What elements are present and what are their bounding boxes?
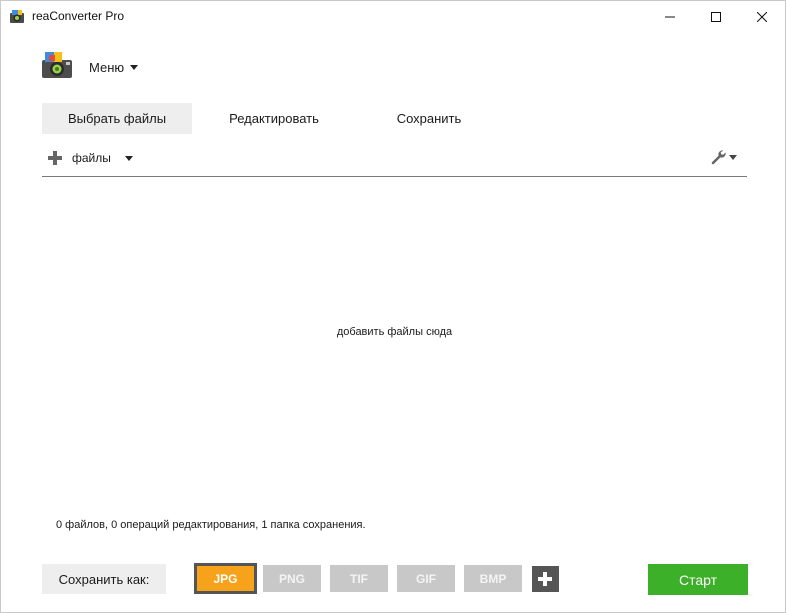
tab-edit[interactable]: Редактировать — [199, 103, 349, 134]
maximize-button[interactable] — [693, 1, 739, 32]
status-summary: 0 файлов, 0 операций редактирования, 1 п… — [56, 519, 366, 531]
start-button[interactable]: Старт — [648, 564, 748, 595]
format-gif-button[interactable]: GIF — [397, 565, 455, 592]
menu-label: Меню — [89, 59, 125, 75]
tab-select-files[interactable]: Выбрать файлы — [42, 103, 192, 134]
window-title: reaConverter Pro — [32, 9, 125, 23]
add-files-button[interactable]: файлы — [48, 150, 133, 166]
format-bmp-button[interactable]: BMP — [464, 565, 522, 592]
plus-icon — [48, 151, 62, 165]
format-png-button[interactable]: PNG — [263, 565, 321, 592]
close-button[interactable] — [739, 1, 785, 32]
app-logo — [42, 52, 72, 78]
title-bar[interactable]: reaConverter Pro — [1, 1, 785, 32]
drop-hint: добавить файлы сюда — [336, 326, 453, 338]
close-icon — [757, 11, 767, 22]
caret-down-icon — [124, 155, 133, 161]
caret-down-icon — [729, 154, 737, 160]
minimize-icon — [665, 16, 675, 17]
maximize-icon — [711, 11, 721, 22]
wrench-icon — [711, 150, 726, 165]
caret-down-icon — [130, 64, 139, 70]
menu-button[interactable]: Меню — [89, 58, 139, 76]
save-as-label: Сохранить как: — [42, 564, 166, 594]
app-icon — [10, 10, 24, 23]
settings-button[interactable] — [710, 148, 737, 166]
format-tif-button[interactable]: TIF — [330, 565, 388, 592]
add-files-label: файлы — [72, 151, 111, 165]
tab-save[interactable]: Сохранить — [354, 103, 504, 134]
file-drop-zone[interactable]: добавить файлы сюда — [42, 177, 747, 507]
app-window: reaConverter Pro Меню Выбрать файлы Реда… — [0, 0, 786, 613]
minimize-button[interactable] — [647, 1, 693, 32]
add-format-button[interactable] — [532, 566, 559, 592]
format-jpg-button[interactable]: JPG — [194, 563, 257, 594]
